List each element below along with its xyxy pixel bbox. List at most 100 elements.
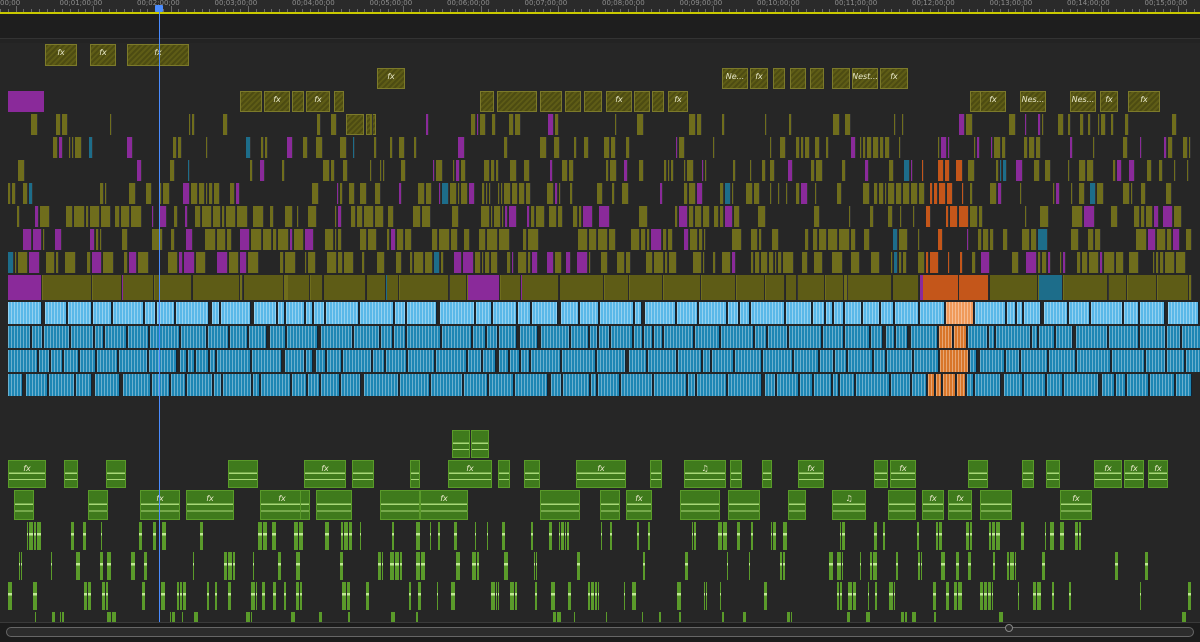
video-clip[interactable]	[86, 206, 89, 227]
video-clip[interactable]	[325, 229, 334, 250]
audio-clip[interactable]	[187, 374, 213, 396]
audio-clip[interactable]	[352, 460, 374, 488]
audio-clip[interactable]	[364, 374, 399, 396]
video-clip[interactable]	[941, 137, 947, 158]
video-clip[interactable]	[697, 114, 702, 135]
audio-clip[interactable]: fx	[304, 460, 346, 488]
video-clip[interactable]	[679, 137, 685, 158]
audio-clip[interactable]	[1049, 350, 1076, 372]
video-clip[interactable]	[100, 229, 102, 250]
video-clip[interactable]	[362, 252, 365, 273]
video-clip[interactable]	[660, 183, 663, 204]
video-clip[interactable]	[1064, 275, 1108, 300]
audio-clip[interactable]: fx	[1060, 490, 1092, 520]
video-clip[interactable]	[778, 252, 782, 273]
video-clip[interactable]	[92, 252, 102, 273]
video-clip[interactable]	[246, 137, 251, 158]
video-clip[interactable]	[399, 183, 402, 204]
audio-clip[interactable]	[664, 326, 694, 348]
audio-clip[interactable]	[100, 552, 103, 580]
video-clip[interactable]	[105, 183, 107, 204]
video-clip[interactable]	[775, 252, 777, 273]
video-clip[interactable]	[849, 206, 851, 227]
video-clip[interactable]	[482, 252, 484, 273]
audio-clip[interactable]	[721, 326, 754, 348]
video-clip[interactable]	[401, 160, 406, 181]
audio-clip[interactable]	[228, 552, 232, 580]
video-clip[interactable]	[12, 183, 16, 204]
audio-clip[interactable]	[975, 302, 1006, 324]
audio-clip[interactable]	[939, 522, 942, 550]
audio-clip[interactable]: fx	[1124, 460, 1144, 488]
audio-clip[interactable]	[954, 582, 957, 610]
video-clip[interactable]	[562, 160, 568, 181]
video-clip[interactable]	[1040, 206, 1049, 227]
audio-clip[interactable]	[294, 522, 298, 550]
video-clip[interactable]	[555, 252, 562, 273]
audio-clip[interactable]	[1176, 374, 1192, 396]
video-clip[interactable]	[606, 160, 609, 181]
audio-clip[interactable]	[561, 522, 564, 550]
video-clip[interactable]	[848, 275, 892, 300]
video-clip[interactable]	[72, 137, 74, 158]
audio-clip[interactable]	[407, 326, 441, 348]
video-clip[interactable]	[184, 252, 195, 273]
video-clip[interactable]	[601, 252, 608, 273]
audio-clip[interactable]	[1168, 302, 1199, 324]
video-clip[interactable]	[839, 229, 850, 250]
video-clip[interactable]	[434, 252, 440, 273]
audio-clip[interactable]	[101, 522, 102, 550]
audio-clip[interactable]	[896, 326, 908, 348]
video-clip[interactable]	[489, 183, 491, 204]
video-clip[interactable]	[790, 68, 806, 89]
audio-clip[interactable]	[37, 522, 41, 550]
video-clip[interactable]	[732, 229, 742, 250]
video-clip[interactable]	[390, 137, 393, 158]
audio-clip[interactable]	[535, 582, 537, 610]
audio-clip[interactable]	[343, 350, 372, 372]
audio-clip[interactable]	[285, 350, 305, 372]
video-clip[interactable]	[863, 183, 870, 204]
video-clip[interactable]	[1100, 252, 1103, 273]
video-clip[interactable]	[512, 183, 518, 204]
audio-clip[interactable]	[840, 374, 855, 396]
video-clip[interactable]	[480, 91, 494, 112]
video-clip[interactable]	[383, 160, 385, 181]
audio-clip[interactable]	[1069, 582, 1071, 610]
audio-clip[interactable]	[8, 302, 42, 324]
audio-clip[interactable]	[80, 350, 96, 372]
audio-clip[interactable]	[749, 552, 750, 580]
audio-clip[interactable]	[829, 552, 833, 580]
video-clip[interactable]	[433, 160, 435, 181]
audio-clip[interactable]	[980, 490, 1012, 520]
video-clip[interactable]	[152, 229, 163, 250]
video-clip[interactable]	[492, 114, 496, 135]
audio-clip[interactable]	[483, 350, 496, 372]
audio-clip[interactable]	[654, 374, 687, 396]
video-clip[interactable]	[331, 160, 335, 181]
video-clip[interactable]	[668, 160, 670, 181]
audio-clip[interactable]	[180, 582, 182, 610]
audio-clip[interactable]	[217, 350, 251, 372]
video-clip[interactable]	[930, 252, 939, 273]
audio-clip[interactable]	[8, 374, 23, 396]
video-clip[interactable]	[206, 183, 208, 204]
audio-clip[interactable]	[292, 374, 307, 396]
audio-clip[interactable]	[228, 582, 231, 610]
video-clip[interactable]	[684, 229, 689, 250]
audio-clip[interactable]	[601, 522, 602, 550]
video-clip[interactable]	[1025, 114, 1027, 135]
video-clip[interactable]	[1000, 160, 1002, 181]
video-clip[interactable]	[1072, 206, 1083, 227]
video-clip[interactable]	[463, 252, 474, 273]
audio-clip[interactable]	[504, 552, 508, 580]
video-clip[interactable]	[609, 229, 616, 250]
audio-clip[interactable]	[984, 582, 987, 610]
audio-clip[interactable]	[845, 326, 870, 348]
audio-clip[interactable]	[498, 582, 499, 610]
audio-clip[interactable]	[571, 326, 589, 348]
video-clip[interactable]	[426, 183, 432, 204]
video-clip[interactable]	[498, 183, 500, 204]
audio-clip[interactable]	[193, 552, 194, 580]
audio-clip[interactable]	[688, 374, 696, 396]
